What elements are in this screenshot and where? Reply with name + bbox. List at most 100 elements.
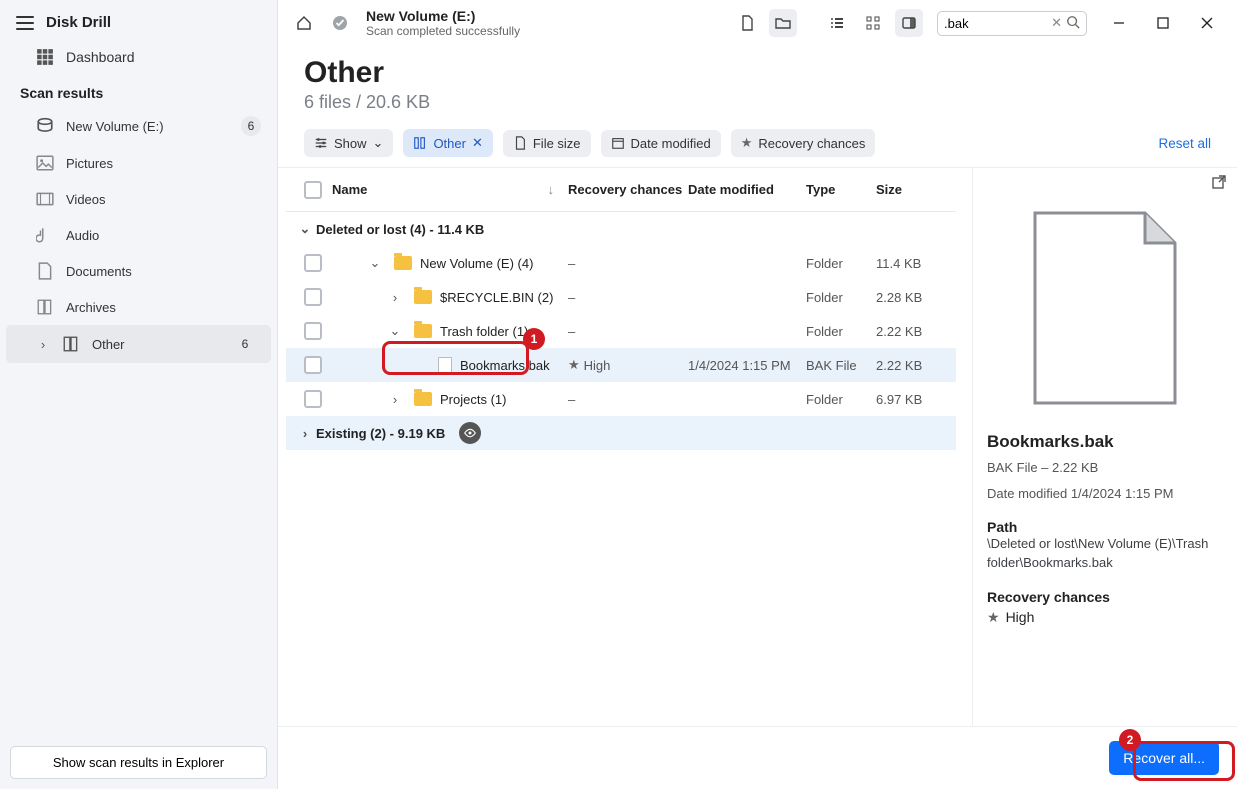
detail-rc-label: Recovery chances — [987, 589, 1223, 605]
chevron-down-icon[interactable]: ⌄ — [384, 323, 406, 339]
chevron-right-icon[interactable]: › — [384, 290, 406, 305]
table-row[interactable]: ›Projects (1) – Folder 6.97 KB — [286, 382, 956, 416]
nav-pictures-label: Pictures — [66, 156, 113, 171]
file-name: Bookmarks.bak — [460, 358, 550, 373]
grid-view-icon[interactable] — [859, 9, 887, 37]
nav-dashboard[interactable]: Dashboard — [0, 39, 277, 75]
cell-size: 2.22 KB — [876, 324, 956, 339]
nav-videos-label: Videos — [66, 192, 106, 207]
nav-documents[interactable]: Documents — [0, 253, 277, 289]
folder-icon — [414, 290, 432, 304]
col-type[interactable]: Type — [806, 182, 876, 197]
folder-icon — [394, 256, 412, 270]
file-icon[interactable] — [733, 9, 761, 37]
sort-arrow-icon[interactable]: ↓ — [548, 182, 555, 197]
picture-icon — [36, 154, 54, 172]
nav-other-label: Other — [92, 337, 125, 352]
col-size[interactable]: Size — [876, 182, 956, 197]
nav-dashboard-label: Dashboard — [66, 49, 135, 65]
sidebar: Disk Drill Dashboard Scan results New Vo… — [0, 0, 278, 789]
row-checkbox[interactable] — [304, 322, 322, 340]
select-all-checkbox[interactable] — [304, 181, 322, 199]
star-icon: ★ — [568, 357, 580, 373]
nav-archives-label: Archives — [66, 300, 116, 315]
chevron-right-icon[interactable]: › — [384, 392, 406, 407]
table-row-selected[interactable]: Bookmarks.bak ★High 1/4/2024 1:15 PM BAK… — [286, 348, 956, 382]
main: New Volume (E:) Scan completed successfu… — [278, 0, 1237, 789]
nav-other[interactable]: › Other 6 — [6, 325, 271, 363]
cell-recovery: – — [568, 256, 688, 271]
minimize-button[interactable] — [1101, 9, 1137, 37]
group-existing[interactable]: › Existing (2) - 9.19 KB — [286, 416, 956, 450]
cell-recovery: – — [568, 324, 688, 339]
col-name[interactable]: Name — [332, 182, 367, 197]
table-row[interactable]: ›$RECYCLE.BIN (2) – Folder 2.28 KB — [286, 280, 956, 314]
chevron-down-icon[interactable]: ⌄ — [294, 221, 316, 237]
scan-results-heading: Scan results — [0, 75, 277, 107]
nav-volume-label: New Volume (E:) — [66, 119, 164, 134]
folder-view-icon[interactable] — [769, 9, 797, 37]
popout-icon[interactable] — [1211, 174, 1227, 193]
nav-audio[interactable]: Audio — [0, 217, 277, 253]
search-box[interactable]: ✕ — [937, 11, 1087, 36]
chevron-right-icon[interactable]: › — [294, 426, 316, 441]
eye-icon[interactable] — [459, 422, 481, 444]
topbar: New Volume (E:) Scan completed successfu… — [278, 0, 1237, 46]
calendar-icon — [611, 136, 625, 150]
nav-volume[interactable]: New Volume (E:) 6 — [0, 107, 277, 145]
chevron-down-icon[interactable]: ⌄ — [364, 255, 386, 271]
star-icon: ★ — [987, 609, 1000, 626]
row-checkbox[interactable] — [304, 254, 322, 272]
search-icon[interactable] — [1066, 15, 1080, 32]
check-icon[interactable] — [326, 9, 354, 37]
table-row[interactable]: ⌄New Volume (E) (4) – Folder 11.4 KB — [286, 246, 956, 280]
close-button[interactable] — [1189, 9, 1225, 37]
panel-view-icon[interactable] — [895, 9, 923, 37]
filter-chances-label: Recovery chances — [758, 136, 865, 151]
nav-videos[interactable]: Videos — [0, 181, 277, 217]
col-date[interactable]: Date modified — [688, 182, 806, 197]
list-view-icon[interactable] — [823, 9, 851, 37]
file-list: Name ↓ Recovery chances Date modified Typ… — [278, 168, 972, 726]
row-checkbox[interactable] — [304, 356, 322, 374]
reset-filters[interactable]: Reset all — [1158, 136, 1211, 151]
filter-show[interactable]: Show ⌄ — [304, 129, 393, 157]
sliders-icon — [314, 136, 328, 150]
col-recovery[interactable]: Recovery chances — [568, 182, 688, 197]
nav-documents-label: Documents — [66, 264, 132, 279]
clear-search-icon[interactable]: ✕ — [1051, 15, 1062, 31]
filter-filesize[interactable]: File size — [503, 130, 591, 157]
nav-pictures[interactable]: Pictures — [0, 145, 277, 181]
filter-other[interactable]: Other ✕ — [403, 129, 492, 157]
detail-path: \Deleted or lost\New Volume (E)\Trash fo… — [987, 535, 1223, 573]
file-name: Trash folder (1) — [440, 324, 528, 339]
remove-filter-icon[interactable]: ✕ — [472, 135, 483, 151]
table-row[interactable]: ⌄Trash folder (1) – Folder 2.22 KB — [286, 314, 956, 348]
maximize-button[interactable] — [1145, 9, 1181, 37]
detail-path-label: Path — [987, 519, 1223, 535]
cell-type: Folder — [806, 256, 876, 271]
archive-icon — [36, 298, 54, 316]
recover-all-button[interactable]: Recover all... — [1109, 741, 1219, 775]
search-input[interactable] — [944, 16, 1047, 31]
group-deleted[interactable]: ⌄ Deleted or lost (4) - 11.4 KB — [286, 212, 956, 246]
row-checkbox[interactable] — [304, 390, 322, 408]
filter-show-label: Show — [334, 136, 367, 151]
row-checkbox[interactable] — [304, 288, 322, 306]
bottom-bar: Recover all... 2 — [278, 726, 1237, 789]
file-name: $RECYCLE.BIN (2) — [440, 290, 553, 305]
other-badge: 6 — [235, 334, 255, 354]
cell-date: 1/4/2024 1:15 PM — [688, 358, 806, 373]
nav-archives[interactable]: Archives — [0, 289, 277, 325]
file-name: Projects (1) — [440, 392, 506, 407]
file-icon — [438, 357, 452, 373]
filter-chances[interactable]: ★ Recovery chances — [731, 129, 876, 157]
other-filter-icon — [413, 136, 427, 150]
hamburger-icon[interactable] — [16, 16, 34, 30]
show-in-explorer-button[interactable]: Show scan results in Explorer — [10, 746, 267, 779]
filter-date-label: Date modified — [631, 136, 711, 151]
video-icon — [36, 190, 54, 208]
filter-date[interactable]: Date modified — [601, 130, 721, 157]
home-icon[interactable] — [290, 9, 318, 37]
cell-size: 11.4 KB — [876, 256, 956, 271]
